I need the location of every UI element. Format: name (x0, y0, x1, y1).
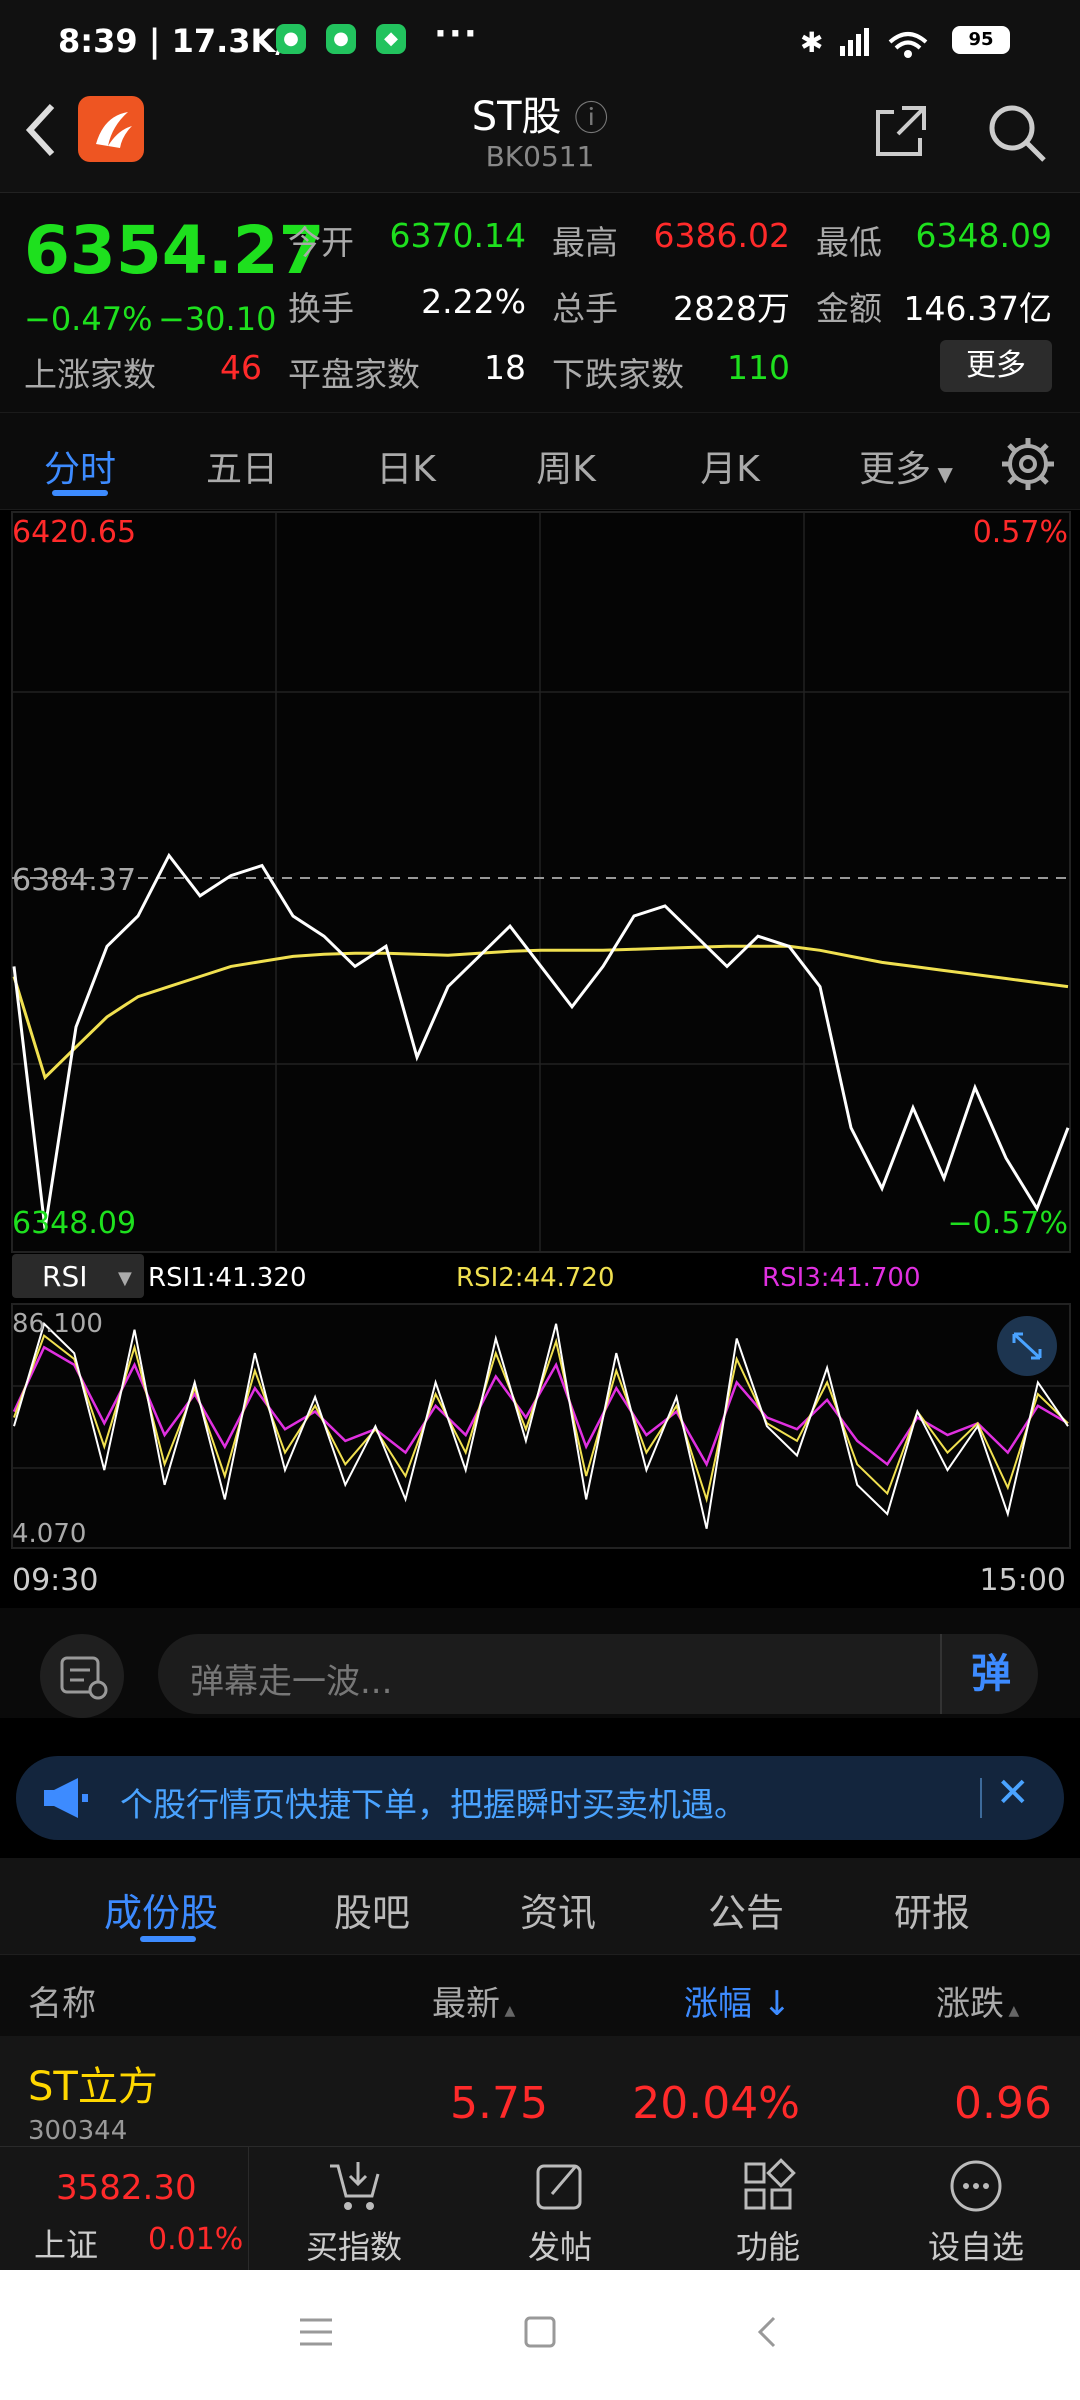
amount-value: 146.37亿 (903, 289, 1052, 328)
rsi1-legend: RSI1:41.320 (148, 1263, 307, 1293)
tab-weekly-k[interactable]: 周K (516, 440, 616, 492)
column-latest[interactable]: 最新 ▲ (432, 1976, 515, 2025)
more-stats-button[interactable]: 更多 (940, 340, 1052, 392)
danmu-placeholder: 弹幕走一波... (190, 1662, 393, 1702)
buy-index-button[interactable]: 买指数 (284, 2158, 424, 2268)
price-plot-area (11, 511, 1071, 1253)
tab-more[interactable]: 更多 ▼ (846, 440, 966, 492)
up-count-label: 上涨家数 (24, 355, 156, 394)
column-name: 名称 (28, 1984, 96, 2024)
dropdown-arrow-icon: ▼ (118, 1268, 132, 1289)
rsi-max-label: 86.100 (12, 1309, 103, 1339)
status-time: 8:39 | 17.3K/s (58, 22, 307, 60)
index-change: 0.01% (148, 2222, 244, 2257)
x-start-label: 09:30 (12, 1563, 98, 1598)
tab-constituents[interactable]: 成份股 (104, 1882, 218, 1937)
y-mid-label: 6384.37 (12, 863, 136, 898)
volume-label: 总手 (552, 289, 618, 328)
search-icon[interactable] (984, 100, 1050, 166)
table-header (0, 1954, 1080, 2037)
y-max-label: 6420.65 (12, 515, 136, 550)
up-count: 46 (220, 348, 262, 387)
down-count: 110 (727, 348, 790, 387)
signal-wifi-icons: ✱ (800, 26, 928, 59)
danmu-settings-icon[interactable] (40, 1634, 124, 1718)
column-change-pct[interactable]: 涨幅 ↓ (684, 1976, 791, 2025)
stock-latest: 5.75 (450, 2078, 548, 2129)
back-nav-icon[interactable] (748, 2312, 788, 2352)
info-icon[interactable]: ⓘ (574, 99, 608, 139)
volume-value: 2828万 (673, 289, 790, 328)
rsi-selector-label: RSI (42, 1260, 88, 1293)
dropdown-arrow-icon: ▼ (931, 462, 953, 486)
column-change[interactable]: 涨跌 ▲ (936, 1976, 1019, 2025)
menu-icon[interactable] (296, 2312, 336, 2352)
banner-text: 个股行情页快捷下单，把握瞬时买卖机遇。 (120, 1785, 747, 1824)
tab-research[interactable]: 研报 (894, 1882, 970, 1937)
sort-icon: ▲ (500, 2003, 516, 2019)
stock-code: 300344 (28, 2116, 128, 2146)
stock-change: 0.96 (954, 2078, 1052, 2129)
y-min-label: 6348.09 (12, 1206, 136, 1241)
low-label: 最低 (816, 223, 882, 262)
wechat-icon: ● (326, 24, 356, 54)
high-label: 最高 (552, 223, 618, 262)
turnover-label: 换手 (288, 289, 354, 328)
settings-gear-icon[interactable] (1000, 436, 1056, 492)
sort-icon: ▲ (1004, 2003, 1020, 2019)
home-icon[interactable] (520, 2312, 560, 2352)
intraday-chart[interactable]: 6420.65 6384.37 6348.09 0.57% −0.57% RSI… (0, 508, 1080, 1608)
pct-max-label: 0.57% (973, 515, 1068, 550)
tab-monthly-k[interactable]: 月K (680, 440, 780, 492)
wechat-icon: ● (276, 24, 306, 54)
banner-divider (980, 1778, 982, 1818)
svg-text:✱: ✱ (800, 26, 823, 59)
share-icon[interactable] (872, 100, 932, 160)
tab-intraday[interactable]: 分时 (30, 440, 130, 492)
open-label: 今开 (288, 223, 354, 262)
open-value: 6370.14 (389, 216, 526, 255)
active-tab-indicator (52, 490, 108, 496)
post-button[interactable]: 发帖 (490, 2158, 630, 2268)
stock-change-pct: 20.04% (632, 2078, 800, 2129)
x-end-label: 15:00 (980, 1563, 1066, 1598)
high-value: 6386.02 (653, 216, 790, 255)
stock-name: ST立方 (28, 2064, 158, 2110)
down-count-label: 下跌家数 (552, 355, 684, 394)
flat-count-label: 平盘家数 (288, 355, 420, 394)
cart-download-icon (330, 2162, 380, 2210)
tab-news[interactable]: 资讯 (520, 1882, 596, 1937)
rsi-min-label: 4.070 (12, 1519, 86, 1549)
tab-daily-k[interactable]: 日K (356, 440, 456, 492)
change-amount: −30.10 (158, 300, 277, 338)
tab-five-day[interactable]: 五日 (192, 440, 292, 492)
tab-announcements[interactable]: 公告 (708, 1882, 784, 1937)
battery-icon: 95 (952, 26, 1010, 54)
pct-min-label: −0.57% (948, 1206, 1068, 1241)
amount-label: 金额 (816, 289, 882, 328)
close-icon[interactable]: ✕ (996, 1770, 1030, 1816)
index-value: 3582.30 (56, 2168, 197, 2208)
more-circle-icon (950, 2160, 1002, 2212)
rsi3-legend: RSI3:41.700 (762, 1263, 921, 1293)
danmu-send-button[interactable]: 弹 (940, 1634, 1040, 1714)
current-price: 6354.27 (24, 212, 325, 289)
grid-icon (744, 2158, 796, 2210)
flat-count: 18 (484, 348, 526, 387)
rsi2-legend: RSI2:44.720 (456, 1263, 615, 1293)
turnover-value: 2.22% (421, 282, 526, 321)
app-notification-icon: ◆ (376, 24, 406, 54)
megaphone-icon (44, 1778, 88, 1818)
more-notifications-icon: ··· (434, 14, 479, 54)
change-percent: −0.47% (24, 300, 153, 338)
functions-button[interactable]: 功能 (698, 2158, 838, 2268)
low-value: 6348.09 (915, 216, 1052, 255)
add-watchlist-button[interactable]: 设自选 (906, 2158, 1046, 2268)
tab-forum[interactable]: 股吧 (334, 1882, 410, 1937)
edit-icon (536, 2164, 582, 2210)
index-name: 上证 (34, 2226, 99, 2264)
active-section-indicator (140, 1936, 196, 1942)
